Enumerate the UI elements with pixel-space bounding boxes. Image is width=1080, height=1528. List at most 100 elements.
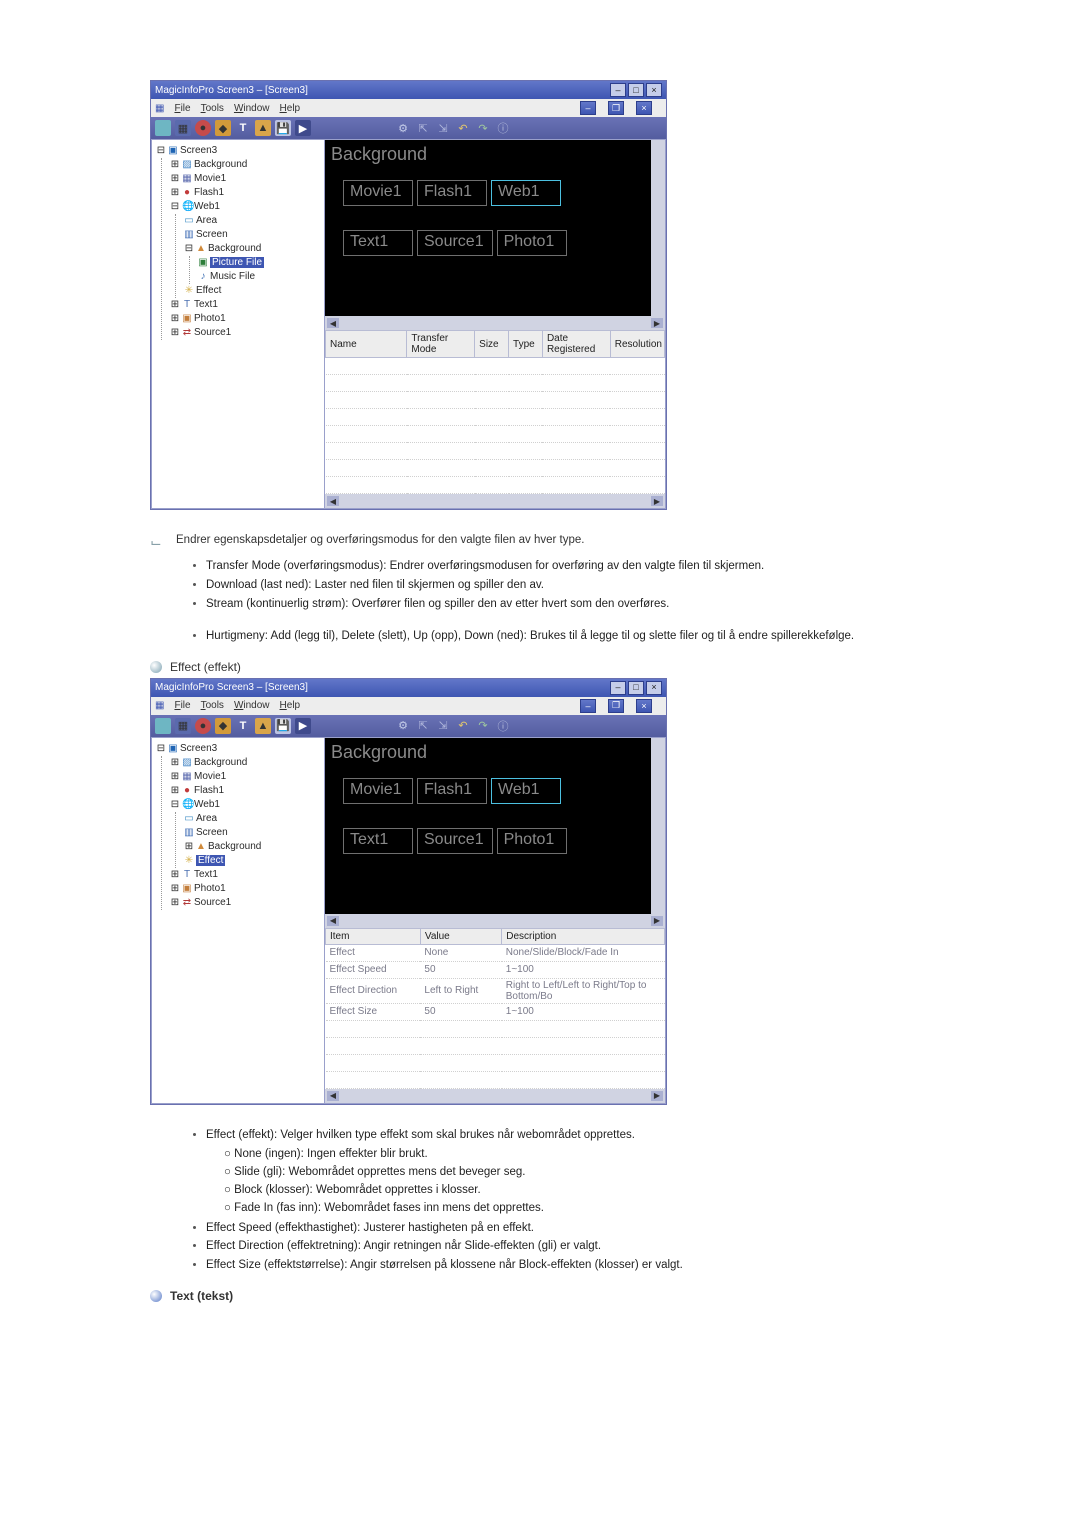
vertical-scrollbar[interactable] [651,738,665,914]
menu-file[interactable]: File [174,103,190,114]
slot-text1[interactable]: Text1 [343,230,413,256]
child-close-icon[interactable]: × [636,699,652,713]
slot-text1[interactable]: Text1 [343,828,413,854]
maximize-icon[interactable]: □ [628,681,644,695]
slot-movie1[interactable]: Movie1 [343,180,413,206]
menu-window[interactable]: Window [234,103,270,114]
slot-photo1[interactable]: Photo1 [497,828,567,854]
col-transfer-mode[interactable]: Transfer Mode [407,331,475,358]
titlebar[interactable]: MagicInfoPro Screen3 – [Screen3] – □ × [151,81,666,99]
tb-icon-11[interactable] [355,718,371,734]
table-row[interactable]: Effect Speed 50 1~100 [326,961,665,978]
tree-screen[interactable]: Screen [196,827,228,838]
files-grid[interactable]: Name Transfer Mode Size Type Date Regist… [325,330,665,494]
tb-icon-2[interactable]: ▦ [175,718,191,734]
slot-web1[interactable]: Web1 [491,180,561,206]
tree-root[interactable]: Screen3 [180,145,217,156]
child-minimize-icon[interactable]: – [580,101,596,115]
tree-view[interactable]: ⊟▣Screen3 ⊞▨Background ⊞▦Movie1 ⊞●Flash1… [151,737,325,1104]
table-row[interactable]: Effect Direction Left to Right Right to … [326,978,665,1003]
tb-bring-front-icon[interactable]: ⇲ [435,120,451,136]
menu-help[interactable]: Help [280,103,301,114]
menu-window[interactable]: Window [234,700,270,711]
titlebar[interactable]: MagicInfoPro Screen3 – [Screen3] – □ × [151,679,666,697]
col-type[interactable]: Type [509,331,543,358]
tb-gear-icon[interactable]: ⚙ [395,120,411,136]
table-row[interactable]: Effect Size 50 1~100 [326,1003,665,1020]
tb-icon-9[interactable] [315,718,331,734]
tb-icon-8[interactable]: ▶ [295,718,311,734]
child-restore-icon[interactable]: ❐ [608,101,624,115]
tree-text1[interactable]: Text1 [194,869,218,880]
slot-flash1[interactable]: Flash1 [417,180,487,206]
tb-undo-icon[interactable]: ↶ [455,120,471,136]
effect-grid[interactable]: Item Value Description Effect None None/… [325,928,665,1089]
tree-flash1[interactable]: Flash1 [194,785,224,796]
col-description[interactable]: Description [502,928,665,944]
tree-source1[interactable]: Source1 [194,897,231,908]
tb-undo-icon[interactable]: ↶ [455,718,471,734]
col-size[interactable]: Size [475,331,509,358]
scroll-left-icon[interactable]: ◀ [327,318,339,328]
tb-info-icon[interactable]: ⓘ [495,120,511,136]
menu-help[interactable]: Help [280,700,301,711]
tree-source1[interactable]: Source1 [194,327,231,338]
col-name[interactable]: Name [326,331,407,358]
slot-flash1[interactable]: Flash1 [417,778,487,804]
scroll-left-icon[interactable]: ◀ [327,916,339,926]
tree-bg2[interactable]: Background [208,243,261,254]
col-date[interactable]: Date Registered [542,331,610,358]
tb-icon-1[interactable] [155,120,171,136]
tb-icon-3[interactable]: ● [195,120,211,136]
tree-picture-file[interactable]: Picture File [210,257,264,268]
tree-movie1[interactable]: Movie1 [194,173,226,184]
tb-icon-11[interactable] [355,120,371,136]
tree-web1[interactable]: Web1 [194,799,220,810]
minimize-icon[interactable]: – [610,83,626,97]
tree-text1[interactable]: Text1 [194,299,218,310]
scroll-right-icon[interactable]: ▶ [651,916,663,926]
horizontal-scrollbar[interactable]: ◀ ▶ [325,316,665,330]
tb-icon-4[interactable]: ◆ [215,120,231,136]
tb-icon-3[interactable]: ● [195,718,211,734]
tree-effect[interactable]: Effect [196,285,221,296]
tb-icon-10[interactable] [335,120,351,136]
scroll-left-icon[interactable]: ◀ [327,496,339,506]
scroll-left-icon[interactable]: ◀ [327,1091,339,1101]
tb-icon-9[interactable] [315,120,331,136]
close-icon[interactable]: × [646,681,662,695]
grid-horizontal-scrollbar[interactable]: ◀ ▶ [325,494,665,508]
col-resolution[interactable]: Resolution [610,331,664,358]
slot-source1[interactable]: Source1 [417,828,493,854]
maximize-icon[interactable]: □ [628,83,644,97]
minimize-icon[interactable]: – [610,681,626,695]
menu-file[interactable]: File [174,700,190,711]
menu-tools[interactable]: Tools [201,700,224,711]
tree-background[interactable]: Background [194,159,247,170]
tb-send-back-icon[interactable]: ⇱ [415,120,431,136]
tb-icon-6[interactable]: ▲ [255,120,271,136]
tb-save-icon[interactable]: 💾 [275,120,291,136]
slot-source1[interactable]: Source1 [417,230,493,256]
tb-send-back-icon[interactable]: ⇱ [415,718,431,734]
tree-flash1[interactable]: Flash1 [194,187,224,198]
tree-photo1[interactable]: Photo1 [194,883,226,894]
tb-bring-front-icon[interactable]: ⇲ [435,718,451,734]
tree-area[interactable]: Area [196,813,217,824]
tb-gear-icon[interactable]: ⚙ [395,718,411,734]
tree-effect[interactable]: Effect [196,855,225,866]
child-restore-icon[interactable]: ❐ [608,699,624,713]
tb-redo-icon[interactable]: ↷ [475,718,491,734]
tb-redo-icon[interactable]: ↷ [475,120,491,136]
tb-text-icon[interactable]: T [235,718,251,734]
canvas[interactable]: Background Movie1 Flash1 Web1 Text1 Sour… [325,140,665,316]
close-icon[interactable]: × [646,83,662,97]
horizontal-scrollbar[interactable]: ◀ ▶ [325,914,665,928]
col-value[interactable]: Value [420,928,501,944]
tb-icon-12[interactable] [375,718,391,734]
slot-photo1[interactable]: Photo1 [497,230,567,256]
tb-icon-1[interactable] [155,718,171,734]
tb-icon-10[interactable] [335,718,351,734]
tree-photo1[interactable]: Photo1 [194,313,226,324]
tb-icon-8[interactable]: ▶ [295,120,311,136]
